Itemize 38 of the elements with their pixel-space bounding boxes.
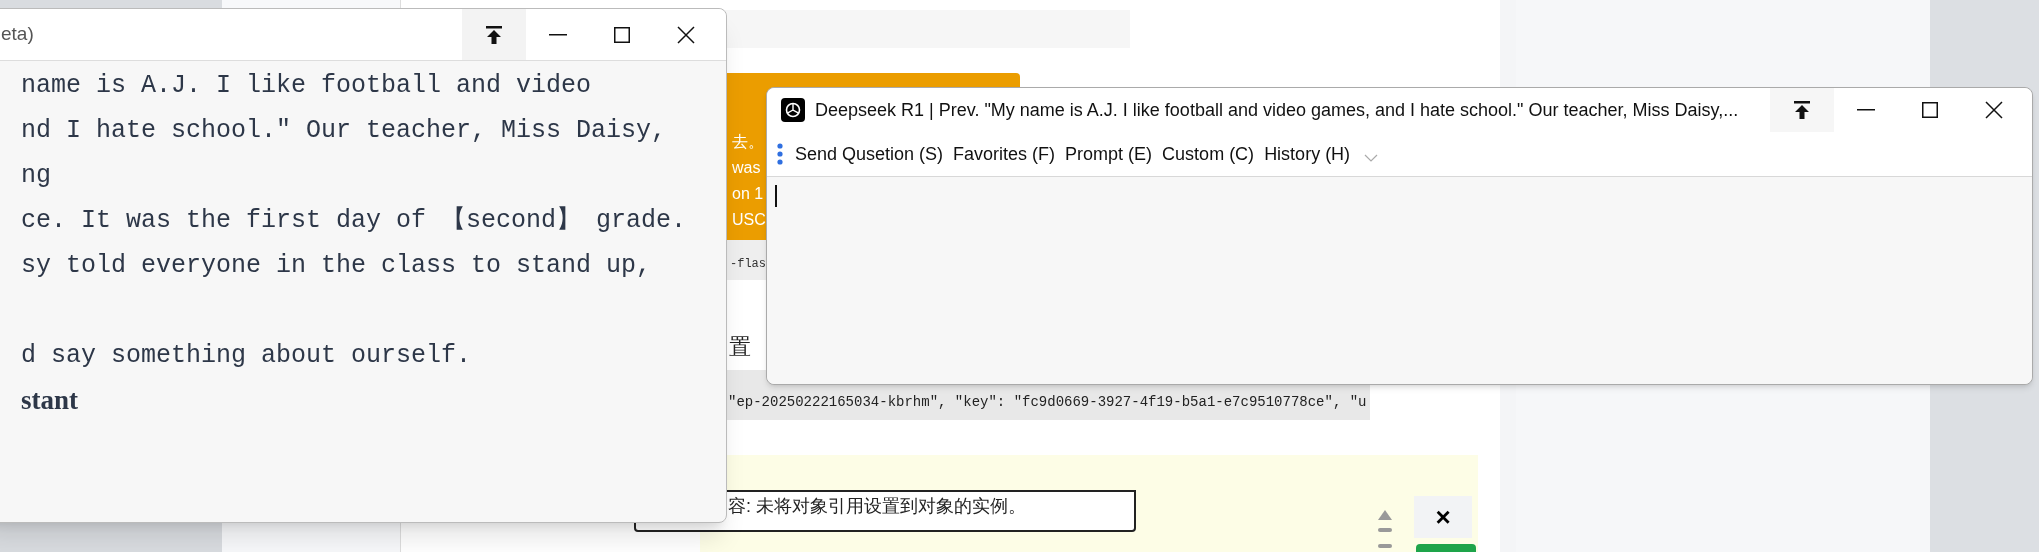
minimize-icon <box>1857 109 1875 111</box>
maximize-icon <box>1922 102 1938 118</box>
minimize-icon <box>549 33 567 36</box>
close-icon <box>677 25 695 44</box>
heading-text: stant <box>21 384 79 417</box>
maximize-icon <box>614 26 630 43</box>
text-line: ce. It was the first day of 【second】 grade. <box>21 205 688 237</box>
more-options-icon <box>777 143 783 165</box>
question-input[interactable] <box>767 177 2032 384</box>
text-line: nd I hate school." Our teacher, Miss Daisy, <box>21 115 668 147</box>
menu-item[interactable]: Send Qusetion (S) <box>795 140 944 168</box>
app-logo-icon <box>781 98 805 122</box>
text-line: d say something about ourself. <box>21 340 473 372</box>
text-line: ng <box>21 160 52 192</box>
code-text: -flas <box>730 256 766 273</box>
pin-button[interactable] <box>1770 88 1834 132</box>
pin-to-top-icon <box>1793 100 1811 120</box>
window-title: eta) <box>0 22 34 47</box>
menu-item[interactable]: Prompt (E) <box>1065 140 1153 168</box>
banner-text: USC <box>732 212 766 228</box>
menu-item[interactable]: Favorites (F) <box>953 140 1056 168</box>
code-text: "ep-20250222165034-kbrhm", "key": "fc9d0669-3927-4f19-b5a1-e7c9510778ce", "u <box>728 393 1367 412</box>
banner-text: 去。 <box>732 134 764 150</box>
dismiss-button[interactable]: × <box>1414 496 1472 538</box>
error-text: 容: 未将对象引用设置到对象的实例。 <box>728 495 1026 518</box>
menu-item[interactable]: History (H) <box>1264 140 1351 168</box>
text-line: name is A.J. I like football and video <box>21 70 593 102</box>
section-label: 置 <box>729 333 751 361</box>
window-title: Deepseek R1 | Prev. "My name is A.J. I like football and video games, and I hate school." Our teacher, Miss Daisy,... <box>815 98 1740 122</box>
text-line: sy told everyone in the class to stand up, <box>21 250 653 282</box>
menu-item[interactable]: Custom (C) <box>1162 140 1255 168</box>
banner-text: on 1 <box>732 186 764 202</box>
pin-button[interactable] <box>462 9 526 60</box>
close-icon <box>1985 101 2003 119</box>
banner-text: was <box>732 160 761 176</box>
text-cursor <box>775 185 777 207</box>
pin-to-top-icon <box>485 24 503 45</box>
chevron-down-icon <box>1364 154 1379 162</box>
